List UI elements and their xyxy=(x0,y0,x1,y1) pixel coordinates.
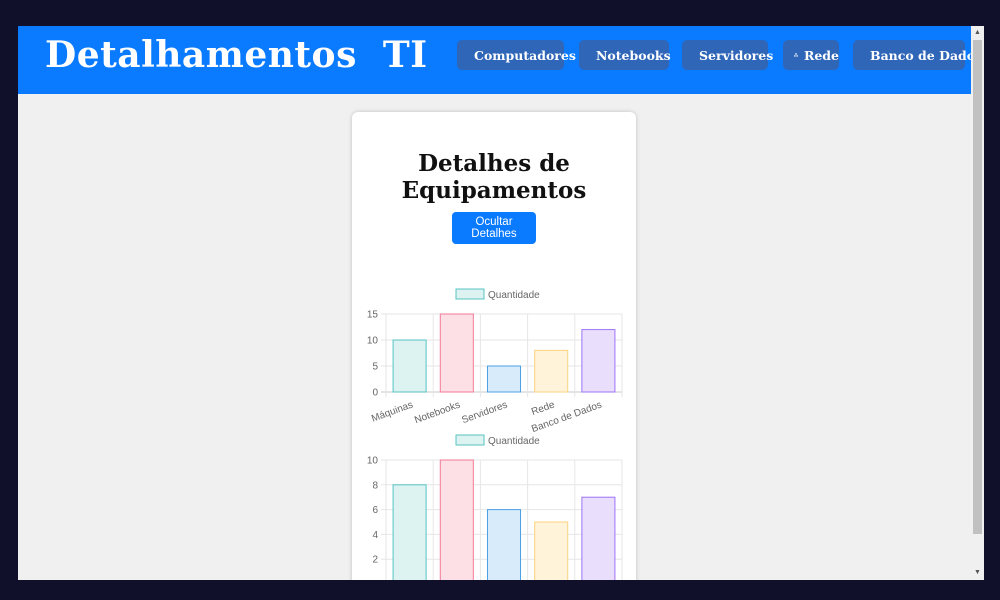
card-title: Detalhes de Equipamentos xyxy=(401,150,587,204)
y-tick-label: 4 xyxy=(372,530,378,541)
y-tick-label: 5 xyxy=(372,362,378,373)
brand-title[interactable]: Detalhamentos TI xyxy=(45,34,428,76)
network-icon xyxy=(794,52,798,57)
bar-linux[interactable] xyxy=(392,484,427,580)
chart-legend[interactable]: Quantidade xyxy=(455,288,540,301)
bar-servidores[interactable] xyxy=(486,365,522,393)
nav-label: Computadores xyxy=(474,47,576,63)
nav-computadores-button[interactable]: Computadores xyxy=(457,40,576,70)
equipment-details-card: Detalhes de Equipamentos Ocultar Detalhe… xyxy=(352,112,636,580)
bar-notebooks[interactable] xyxy=(439,313,474,393)
y-tick-label: 10 xyxy=(367,336,379,347)
bar-banco-de-dados[interactable] xyxy=(581,329,616,393)
bar-windows[interactable] xyxy=(439,459,474,580)
nav-rede-button[interactable]: Rede xyxy=(783,40,839,70)
nav-label: Banco de Dados xyxy=(870,47,983,63)
y-tick-label: 15 xyxy=(367,310,379,321)
x-tick-label: Máquinas xyxy=(370,399,415,424)
bar-ubuntu[interactable] xyxy=(534,521,569,580)
scroll-thumb[interactable] xyxy=(973,40,982,534)
nav-banco-de-dados-button[interactable]: Banco de Dados xyxy=(853,40,982,70)
y-tick-label: 6 xyxy=(372,505,378,516)
y-tick-label: 10 xyxy=(367,456,379,467)
nav-label: Rede xyxy=(803,47,839,63)
bar-debian[interactable] xyxy=(581,496,616,580)
legend-swatch xyxy=(455,288,485,300)
top-navbar: Detalhamentos TI Computadores Notebooks xyxy=(18,26,982,94)
hide-details-button[interactable]: Ocultar Detalhes xyxy=(452,212,536,244)
y-tick-label: 0 xyxy=(372,388,378,399)
scroll-down-arrow-icon[interactable]: ▼ xyxy=(971,568,984,578)
os-bar-chart: Quantidade0246810LinuxWindowsVMwareUbunt… xyxy=(367,434,623,581)
bar-máquinas[interactable] xyxy=(392,339,427,393)
bar-vmware[interactable] xyxy=(486,509,522,580)
nav-label: Notebooks xyxy=(596,47,671,63)
x-tick-label: Rede xyxy=(530,399,557,418)
nav-servidores-button[interactable]: Servidores xyxy=(682,40,773,70)
y-tick-label: 2 xyxy=(372,555,378,566)
y-tick-label: 8 xyxy=(372,480,378,491)
nav-label: Servidores xyxy=(699,47,774,63)
bar-rede[interactable] xyxy=(534,349,569,393)
chart-legend[interactable]: Quantidade xyxy=(455,434,540,447)
vertical-scrollbar[interactable]: ▲ ▼ xyxy=(971,26,984,580)
scroll-up-arrow-icon[interactable]: ▲ xyxy=(971,28,984,38)
legend-swatch xyxy=(455,434,485,446)
nav-notebooks-button[interactable]: Notebooks xyxy=(579,40,671,70)
equipment-bar-chart: Quantidade051015MáquinasNotebooksServido… xyxy=(367,288,623,435)
browser-viewport: Detalhamentos TI Computadores Notebooks xyxy=(18,26,984,580)
legend-label: Quantidade xyxy=(488,290,540,301)
legend-label: Quantidade xyxy=(488,436,540,447)
y-tick-label: 0 xyxy=(372,580,378,581)
